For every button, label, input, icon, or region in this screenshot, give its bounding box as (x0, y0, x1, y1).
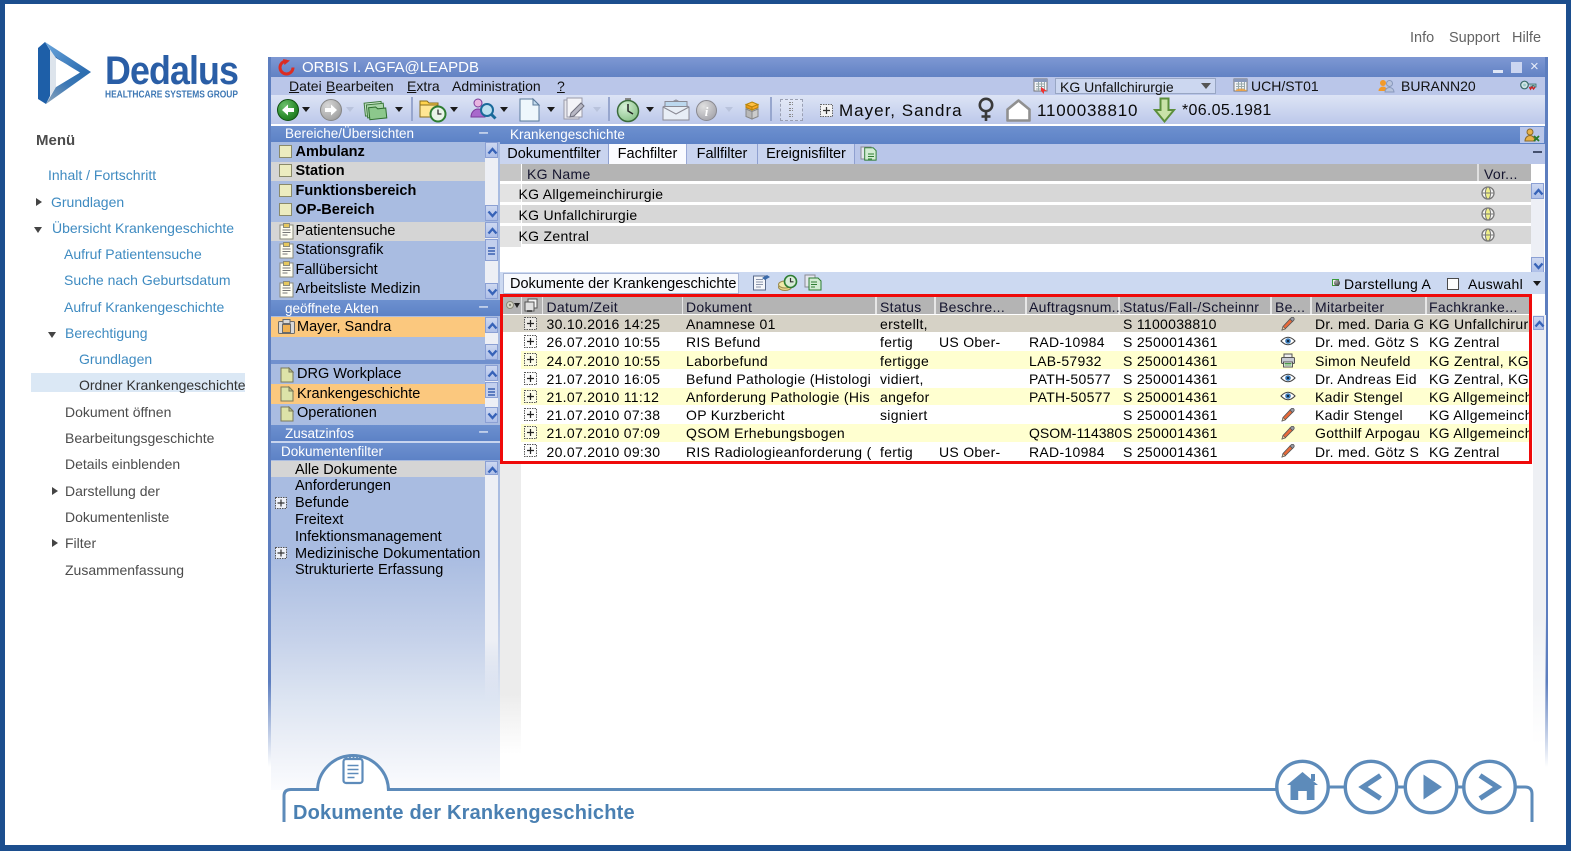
svg-text:i: i (705, 104, 709, 119)
svg-text:Dedalus: Dedalus (105, 49, 238, 93)
svg-text:HEALTHCARE SYSTEMS GROUP: HEALTHCARE SYSTEMS GROUP (105, 90, 238, 101)
